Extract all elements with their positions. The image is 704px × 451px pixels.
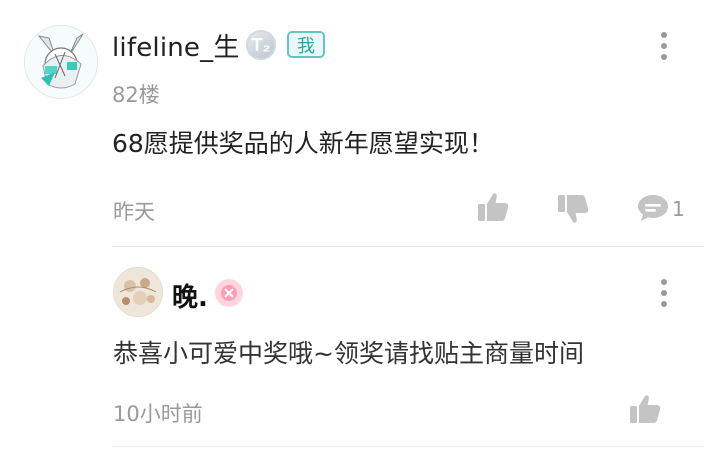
thumbs-down-icon[interactable] [556, 193, 590, 225]
thumbs-up-icon[interactable] [476, 191, 510, 223]
reply-username[interactable]: 晚. [172, 277, 208, 314]
level-badge-text: T₂ [251, 34, 271, 55]
reply-avatar[interactable] [113, 267, 163, 317]
floor-number: 82楼 [112, 83, 160, 107]
comment-content: 68愿提供奖品的人新年愿望实现！ [112, 129, 494, 158]
divider [112, 246, 704, 247]
comment-username[interactable]: lifeline_生 [112, 27, 240, 64]
reply-more-vertical-icon[interactable] [660, 279, 668, 312]
bottom-divider [112, 446, 704, 447]
comment-time: 昨天 [113, 200, 155, 224]
reply-content: 恭喜小可爱中奖哦~领奖请找贴主商量时间 [113, 339, 584, 368]
reply-time: 10小时前 [113, 402, 203, 426]
me-tag: 我 [287, 31, 325, 58]
user-avatar[interactable] [24, 25, 98, 99]
level-badge-icon: T₂ [246, 30, 276, 60]
comment-bubble-icon[interactable] [637, 193, 669, 223]
reply-thumbs-up-icon[interactable] [628, 393, 662, 425]
reply-count: 1 [672, 197, 685, 221]
pink-badge-icon [215, 279, 243, 307]
more-vertical-icon[interactable] [660, 32, 668, 65]
